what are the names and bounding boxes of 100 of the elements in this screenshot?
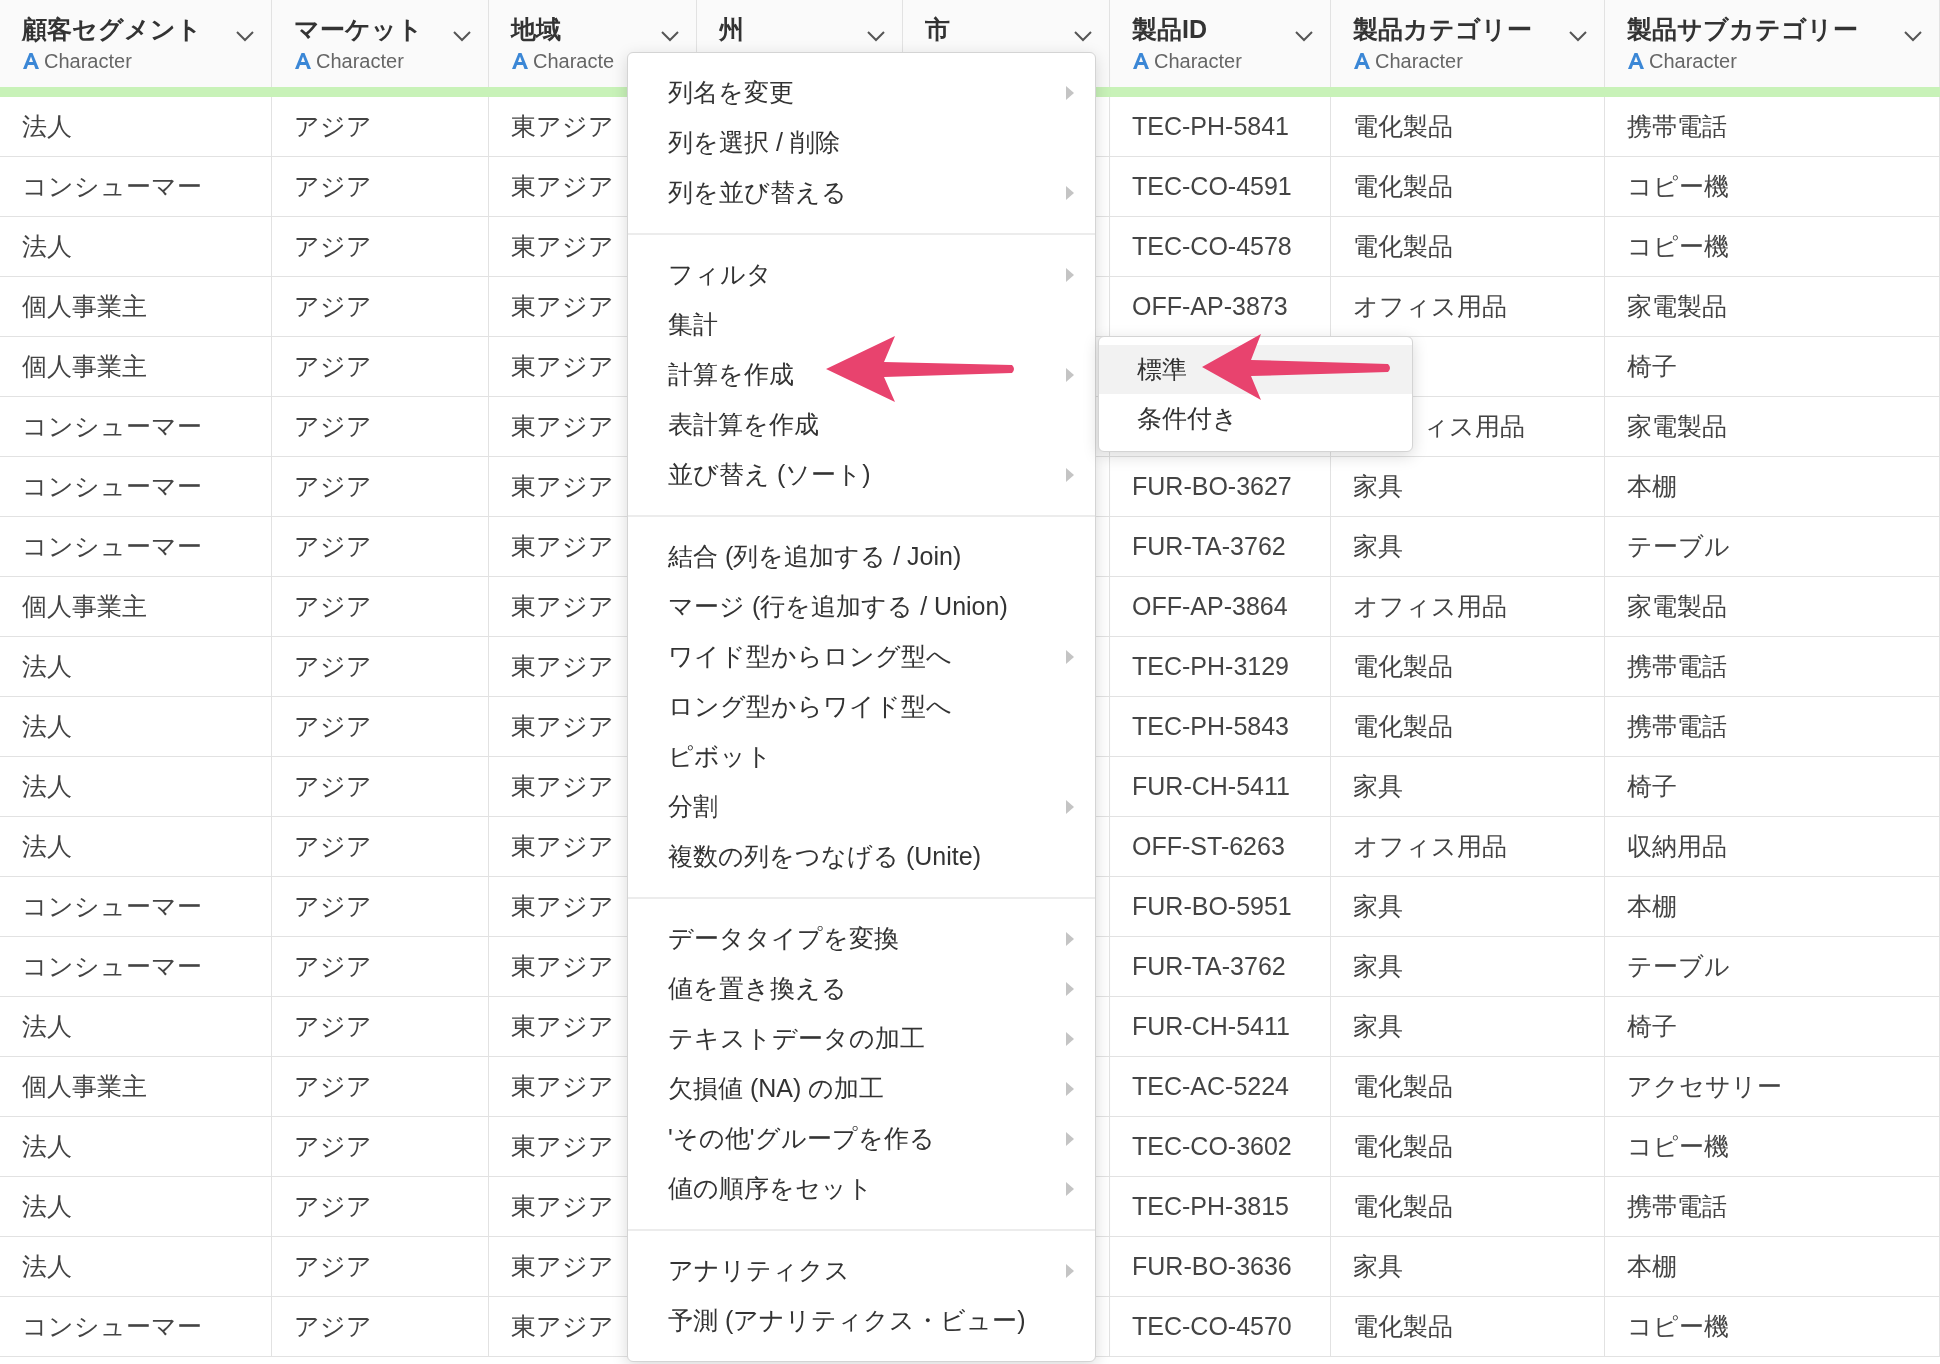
column-header: 製品カテゴリー (1353, 14, 1532, 44)
menu-item[interactable]: 予測 (アナリティクス・ビュー) (628, 1296, 1095, 1346)
column-type: Characte (533, 49, 615, 74)
table-cell-text: FUR-CH-5411 (1132, 1010, 1290, 1042)
menu-item[interactable]: 欠損値 (NA) の加工 (628, 1064, 1095, 1114)
table-cell-text: 家具 (1353, 1250, 1403, 1282)
menu-item[interactable]: 複数の列をつなげる (Unite) (628, 832, 1095, 882)
column-header: 製品サブカテゴリー (1627, 14, 1858, 44)
table-cell-text: 電化製品 (1353, 1130, 1453, 1162)
menu-item[interactable]: ロング型からワイド型へ (628, 682, 1095, 732)
table-cell-text: コンシューマー (22, 530, 202, 562)
menu-item[interactable]: データタイプを変換 (628, 914, 1095, 964)
table-cell-text: OFF-AP-3873 (1132, 290, 1288, 322)
submenu-arrow-icon (1065, 1081, 1075, 1097)
table-cell-text: 東アジア (511, 230, 614, 262)
submenu-arrow-icon (1065, 1263, 1075, 1279)
menu-item[interactable]: 結合 (列を追加する / Join) (628, 532, 1095, 582)
menu-item[interactable]: 値の順序をセット (628, 1164, 1095, 1214)
table-cell-text: 東アジア (511, 1070, 614, 1102)
menu-item[interactable]: 列名を変更 (628, 68, 1095, 118)
menu-item[interactable]: 値を置き換える (628, 964, 1095, 1014)
table-cell-text: OFF-ST-6263 (1132, 830, 1285, 862)
submenu-arrow-icon (1065, 931, 1075, 947)
chevron-down-icon[interactable] (1568, 30, 1588, 42)
table-cell-text: アジア (294, 110, 372, 142)
table-cell-text: 個人事業主 (22, 350, 147, 382)
table-cell-text: アジア (294, 410, 372, 442)
column-header: 州 (719, 14, 744, 44)
menu-item[interactable]: フィルタ (628, 250, 1095, 300)
table-cell-text: コピー機 (1627, 1130, 1729, 1162)
table-cell-text: 東アジア (511, 890, 614, 922)
menu-item[interactable]: ワイド型からロング型へ (628, 632, 1095, 682)
table-cell-text: アジア (294, 710, 372, 742)
table-cell-text: コンシューマー (22, 890, 202, 922)
table-cell-text: 法人 (22, 710, 72, 742)
character-type-icon (1353, 52, 1371, 70)
menu-item[interactable]: 表計算を作成 (628, 400, 1095, 450)
chevron-down-icon[interactable] (1294, 30, 1314, 42)
menu-item[interactable]: 集計 (628, 300, 1095, 350)
table-cell-text: 家電製品 (1627, 410, 1727, 442)
table-cell-text: FUR-TA-3762 (1132, 530, 1286, 562)
submenu-arrow-icon (1065, 799, 1075, 815)
menu-item[interactable]: 分割 (628, 782, 1095, 832)
chevron-down-icon[interactable] (1903, 30, 1923, 42)
table-cell-text: TEC-PH-3815 (1132, 1190, 1289, 1222)
table-cell-text: TEC-CO-4570 (1132, 1310, 1292, 1342)
table-cell-text: 東アジア (511, 1250, 614, 1282)
table-cell-text: 家電製品 (1627, 590, 1727, 622)
menu-item[interactable]: 列を選択 / 削除 (628, 118, 1095, 168)
menu-item[interactable]: ピボット (628, 732, 1095, 782)
table-cell-text: テーブル (1627, 950, 1730, 982)
menu-item[interactable]: アナリティクス (628, 1246, 1095, 1296)
table-cell-text: 法人 (22, 770, 72, 802)
table-cell-text: アジア (294, 470, 372, 502)
table-cell-text: 東アジア (511, 410, 614, 442)
chevron-down-icon[interactable] (235, 30, 255, 42)
menu-item[interactable]: 並び替え (ソート) (628, 450, 1095, 500)
table-cell-text: 椅子 (1627, 770, 1677, 802)
table-cell-text: アジア (294, 1010, 372, 1042)
table-cell-text: OFF-AP-3864 (1132, 590, 1288, 622)
character-type-icon (1132, 52, 1150, 70)
menu-item[interactable]: 計算を作成 (628, 350, 1095, 400)
table-cell-text: TEC-PH-3129 (1132, 650, 1289, 682)
menu-item[interactable]: 列を並び替える (628, 168, 1095, 218)
table-cell-text: アジア (294, 1250, 372, 1282)
table-cell-text: 携帯電話 (1627, 650, 1727, 682)
table-cell-text: 家具 (1353, 890, 1403, 922)
table-cell-text: 携帯電話 (1627, 110, 1727, 142)
table-cell-text: 本棚 (1627, 1250, 1677, 1282)
menu-item[interactable]: 'その他'グループを作る (628, 1114, 1095, 1164)
chevron-down-icon[interactable] (660, 30, 680, 42)
table-cell-text: 家具 (1353, 470, 1403, 502)
table-cell-text: アジア (294, 350, 372, 382)
column-type: Character (1154, 49, 1242, 74)
table-cell-text: 本棚 (1627, 890, 1677, 922)
submenu-arrow-icon (1065, 267, 1075, 283)
chevron-down-icon[interactable] (452, 30, 472, 42)
table-cell-text: コンシューマー (22, 410, 202, 442)
table-cell-text: 個人事業主 (22, 1070, 147, 1102)
table-cell-text: 個人事業主 (22, 590, 147, 622)
table-cell-text: 本棚 (1627, 470, 1677, 502)
menu-item[interactable]: テキストデータの加工 (628, 1014, 1095, 1064)
table-cell-text: 家具 (1353, 770, 1403, 802)
table-cell-text: 東アジア (511, 770, 614, 802)
table-cell-text: アジア (294, 1190, 372, 1222)
table-cell-text: 個人事業主 (22, 290, 147, 322)
column-type: Character (316, 49, 404, 74)
table-cell-text: テーブル (1627, 530, 1730, 562)
submenu-item[interactable]: 条件付き (1099, 394, 1412, 443)
menu-item[interactable]: マージ (行を追加する / Union) (628, 582, 1095, 632)
chevron-down-icon[interactable] (866, 30, 886, 42)
table-cell-text: 東アジア (511, 110, 614, 142)
chevron-down-icon[interactable] (1073, 30, 1093, 42)
table-cell-text: 東アジア (511, 650, 614, 682)
table-cell-text: 東アジア (511, 470, 614, 502)
table-cell-text: TEC-CO-4578 (1132, 230, 1292, 262)
table-cell-text: TEC-PH-5841 (1132, 110, 1289, 142)
table-cell-text: 収納用品 (1627, 830, 1727, 862)
table-cell-text: アジア (294, 290, 372, 322)
character-type-icon (294, 52, 312, 70)
